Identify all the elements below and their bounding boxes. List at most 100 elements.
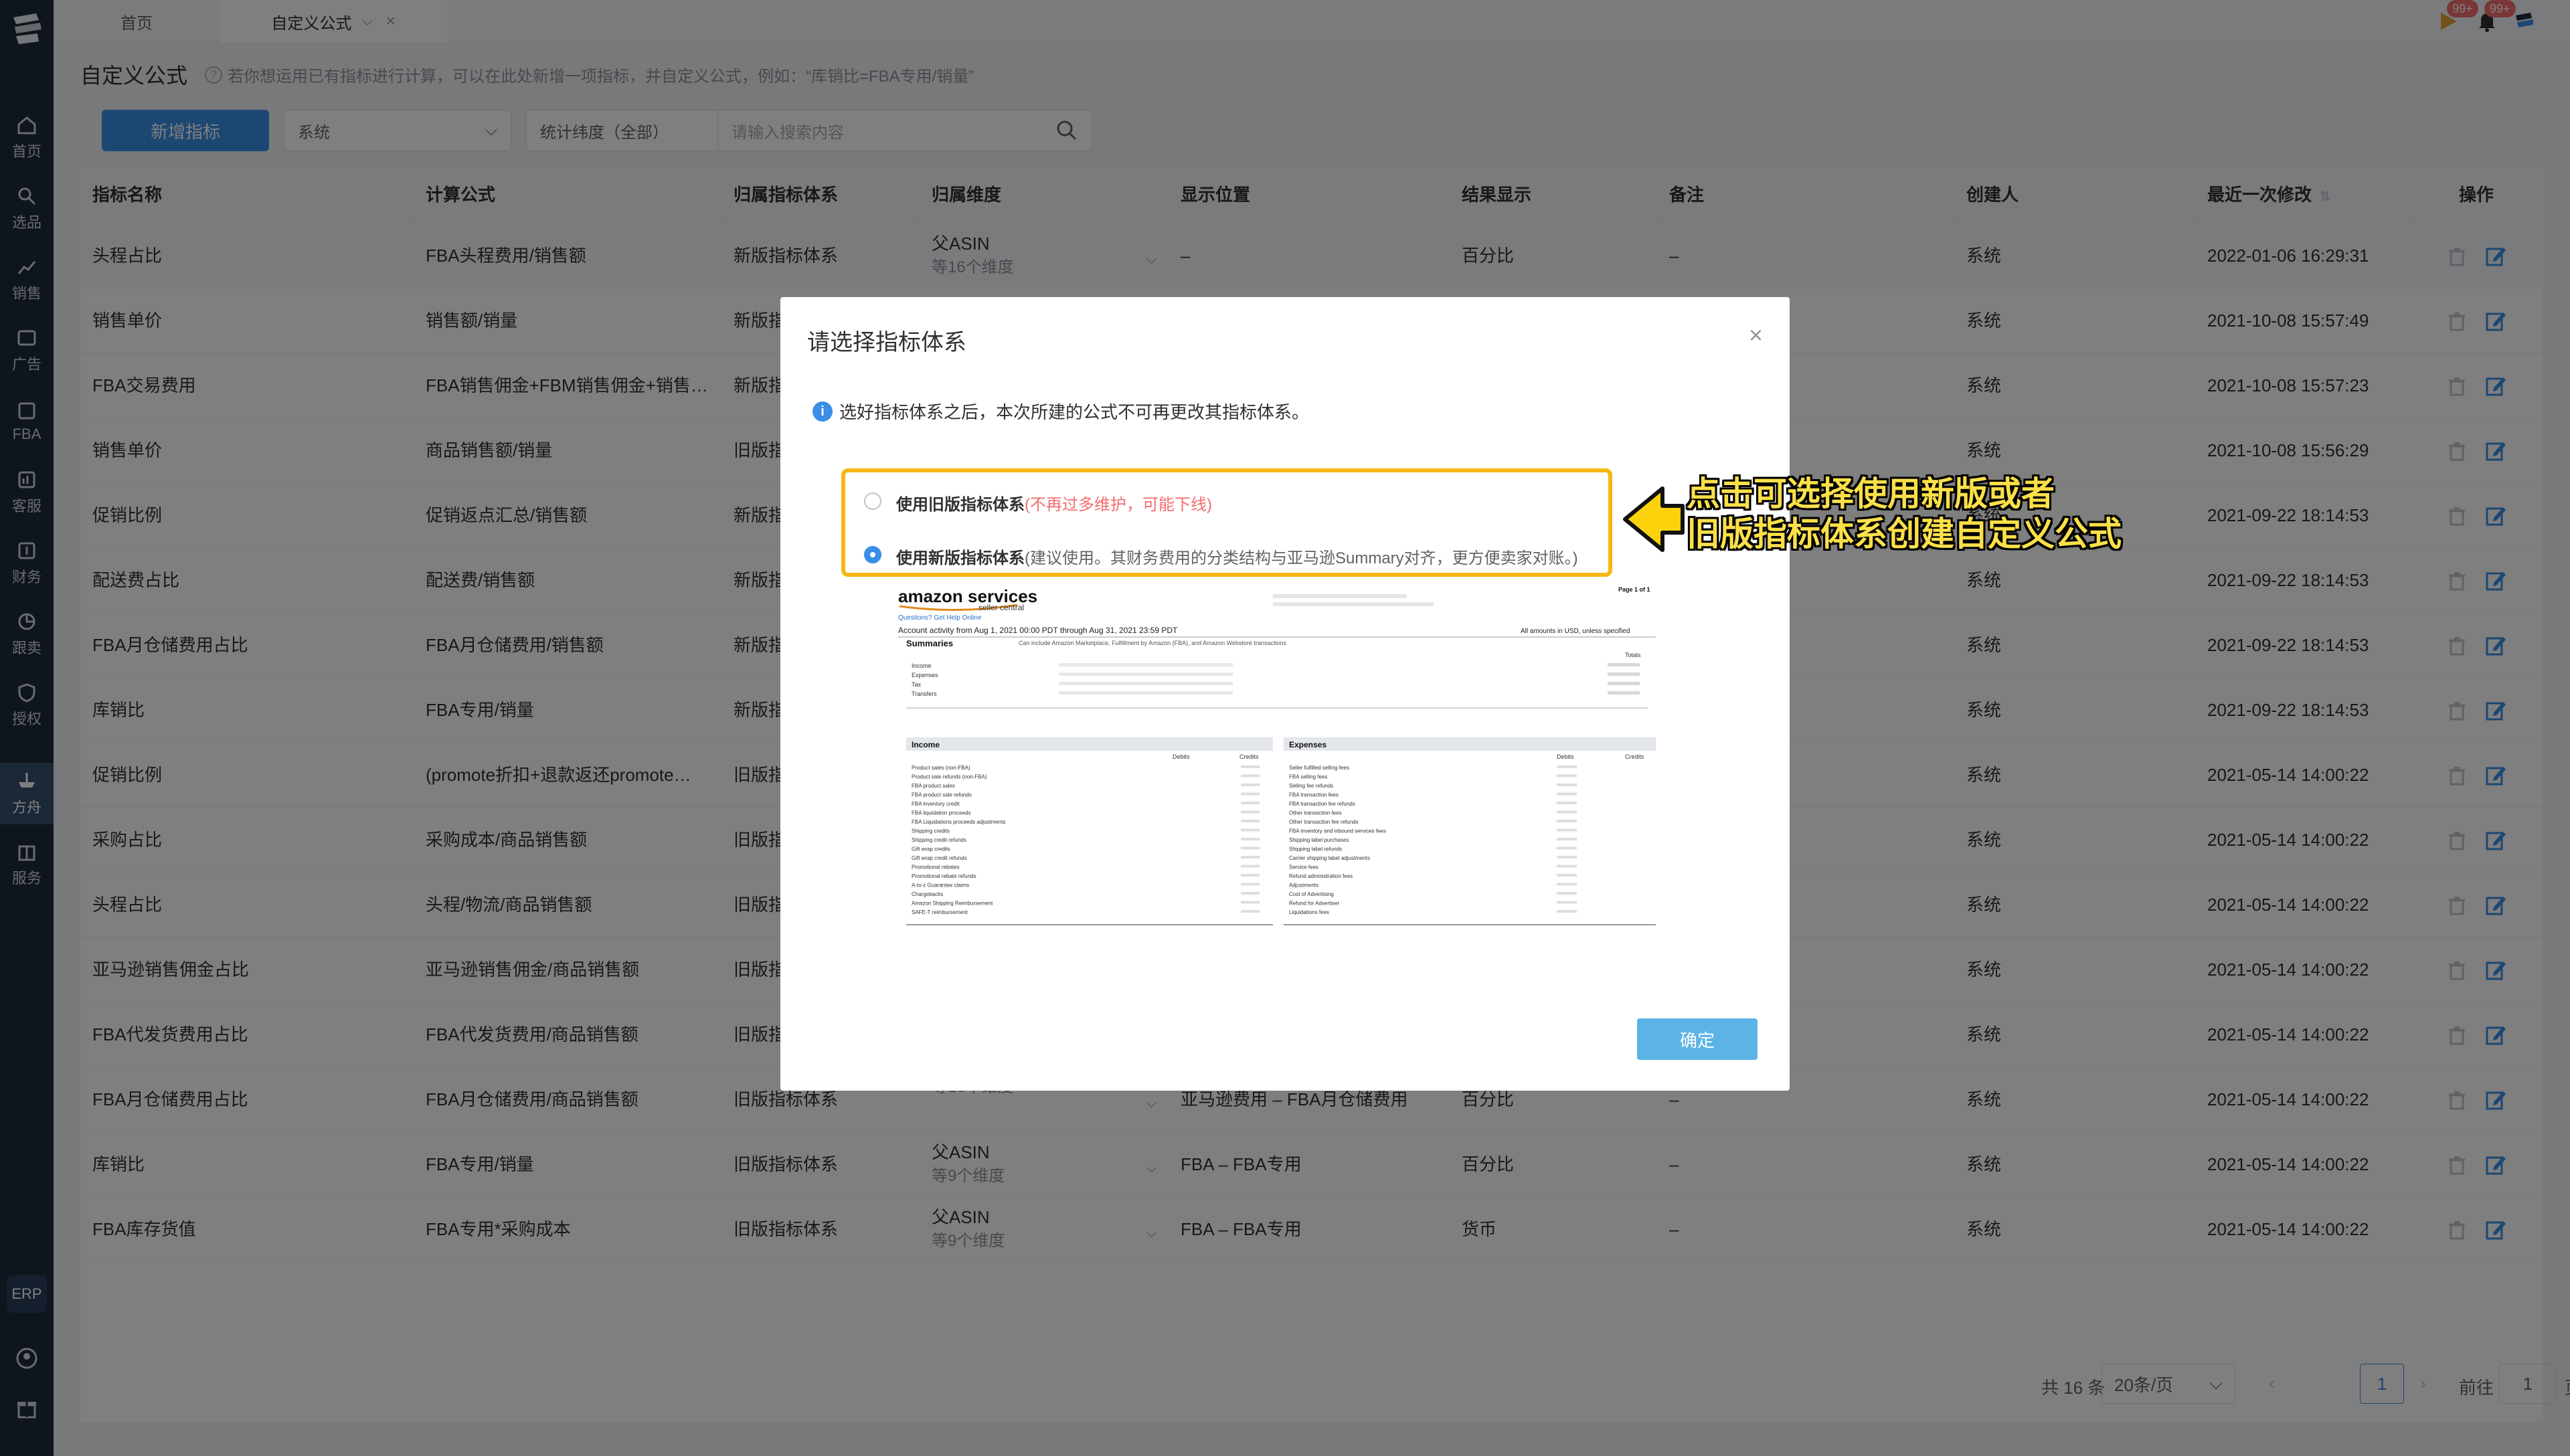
- preview-expense-amount: [1557, 892, 1577, 895]
- preview-summary-bar: [1059, 672, 1233, 676]
- preview-summary-row: Income: [912, 662, 932, 669]
- preview-income-row: FBA liquidation proceeds: [912, 810, 971, 816]
- close-icon[interactable]: ×: [1749, 321, 1763, 349]
- preview-summary-row: Tax: [912, 681, 922, 688]
- preview-income-credits: Credits: [1239, 753, 1259, 760]
- annotation-line-1: 点击可选择使用新版或者: [1687, 475, 2055, 513]
- preview-expense-row: FBA selling fees: [1289, 774, 1327, 780]
- preview-income-row: FBA inventory credit: [912, 801, 960, 807]
- preview-income-row: FBA Liquidations proceeds adjustments: [912, 819, 1006, 825]
- info-icon: i: [812, 401, 833, 422]
- preview-summary-bar: [1059, 691, 1233, 695]
- preview-brand-sub: seller central: [978, 603, 1024, 612]
- preview-income-rows: Product sales (non-FBA) Product sale refu…: [912, 765, 1260, 915]
- amazon-summary-preview: amazon services seller central Questions…: [898, 585, 1656, 933]
- preview-income-amount: [1241, 820, 1260, 822]
- annotation-line-2: 旧版指标体系创建自定义公式: [1687, 515, 2122, 553]
- preview-page-no: Page 1 of 1: [1618, 586, 1650, 593]
- preview-expense-credits: Credits: [1625, 753, 1644, 760]
- preview-expense-amount: [1557, 910, 1577, 913]
- preview-expense-row: Cost of Advertising: [1289, 891, 1334, 897]
- preview-expense-row: Other transaction fees: [1289, 810, 1342, 816]
- preview-expense-row: FBA transaction fees: [1289, 792, 1339, 798]
- preview-summaries: Summaries: [906, 638, 953, 648]
- preview-expense-amount: [1557, 864, 1577, 868]
- preview-expense-row: Selling fee refunds: [1289, 783, 1333, 789]
- preview-income-row: Product sales (non-FBA): [912, 765, 970, 771]
- preview-income-amount: [1241, 792, 1260, 796]
- preview-income-row: Promotional rebate refunds: [912, 873, 976, 879]
- option-new-system[interactable]: 使用新版指标体系(建议使用。其财务费用的分类结构与亚马逊Summary对齐，更方…: [896, 545, 1578, 568]
- preview-expense-amount: [1557, 792, 1577, 796]
- preview-summary-bar: [1059, 682, 1233, 685]
- preview-expense-debits: Debits: [1557, 753, 1574, 760]
- preview-expense-amount: [1557, 810, 1577, 814]
- preview-expense-amount: [1557, 774, 1577, 778]
- option-old-system[interactable]: 使用旧版指标体系(不再过多维护，可能下线): [896, 491, 1212, 515]
- preview-income-row: A-to-z Guarantee claims: [912, 883, 969, 889]
- preview-expense-amount: [1557, 828, 1577, 832]
- preview-expense-amount: [1557, 820, 1577, 822]
- option-new-label: 使用新版指标体系: [896, 549, 1025, 567]
- preview-income-amount: [1241, 864, 1260, 868]
- preview-expense-row: Refund administration fees: [1289, 873, 1353, 879]
- preview-expense-amount: [1557, 846, 1577, 850]
- preview-income-row: Shipping credits: [912, 828, 950, 834]
- preview-income-amount: [1241, 892, 1260, 895]
- dialog-info-text: 选好指标体系之后，本次所建的公式不可再更改其指标体系。: [839, 402, 1310, 422]
- preview-summary-amount: [1608, 672, 1640, 676]
- preview-income-row: FBA product sales: [912, 783, 955, 789]
- radio-new-system[interactable]: [864, 546, 881, 563]
- preview-income-row: Promotional rebates: [912, 864, 960, 871]
- confirm-button[interactable]: 确定: [1637, 1018, 1758, 1060]
- preview-expense-row: Liquidations fees: [1289, 909, 1329, 915]
- preview-income-row: Shipping credit refunds: [912, 837, 966, 843]
- preview-expense-amount: [1557, 784, 1577, 786]
- preview-help-link: Questions? Get Help Online: [898, 614, 982, 622]
- preview-expense-row: Shipping label purchases: [1289, 837, 1349, 843]
- preview-expense-row: Adjustments: [1289, 883, 1318, 889]
- preview-summaries-note: Can include Amazon Marketplace, Fulfillm…: [1019, 640, 1287, 646]
- preview-expense-amount: [1557, 856, 1577, 858]
- preview-income-amount: [1241, 784, 1260, 786]
- preview-income-amount: [1241, 883, 1260, 886]
- preview-income-amount: [1241, 765, 1260, 768]
- preview-income-amount: [1241, 802, 1260, 804]
- dialog-title: 请选择指标体系: [807, 330, 966, 355]
- preview-expense-amount: [1557, 874, 1577, 877]
- preview-account-line: Account activity from Aug 1, 2021 00:00 …: [898, 626, 1178, 635]
- preview-income-amount: [1241, 901, 1260, 904]
- preview-expense-row: Carrier shipping label adjustments: [1289, 855, 1370, 861]
- dialog-info: i 选好指标体系之后，本次所建的公式不可再更改其指标体系。: [812, 399, 1309, 424]
- preview-income-title: Income: [912, 740, 940, 749]
- preview-income-row: SAFE-T reimbursement: [912, 909, 968, 915]
- preview-expense-row: Refund for Advertiser: [1289, 901, 1339, 907]
- preview-income-row: Product sale refunds (non-FBA): [912, 774, 987, 780]
- select-metric-system-dialog: 请选择指标体系 × i 选好指标体系之后，本次所建的公式不可再更改其指标体系。 …: [780, 297, 1790, 1091]
- preview-income-row: Amazon Shipping Reimbursement: [912, 901, 993, 907]
- preview-expense-amount: [1557, 838, 1577, 840]
- preview-income-amount: [1241, 838, 1260, 840]
- preview-expense-rows: Seller fulfilled selling fees FBA selling…: [1289, 765, 1577, 915]
- preview-income-amount: [1241, 856, 1260, 858]
- preview-summary-amount: [1608, 682, 1640, 685]
- preview-summary-bar: [1059, 663, 1233, 666]
- preview-expense-amount: [1557, 901, 1577, 904]
- preview-totals: Totals: [1625, 652, 1641, 658]
- preview-summary-row: Expenses: [912, 672, 938, 678]
- preview-income-row: Gift wrap credit refunds: [912, 855, 967, 861]
- preview-income-row: Gift wrap credits: [912, 846, 950, 852]
- preview-summary-row: Transfers: [912, 691, 937, 697]
- preview-income-row: FBA product sale refunds: [912, 792, 972, 798]
- preview-income-row: Chargebacks: [912, 891, 943, 897]
- preview-expense-row: Seller fulfilled selling fees: [1289, 765, 1349, 771]
- preview-expense-amount: [1557, 883, 1577, 886]
- preview-income-amount: [1241, 810, 1260, 814]
- annotation-callout: 点击可选择使用新版或者 旧版指标体系创建自定义公式: [1687, 474, 2122, 554]
- preview-expenses-title: Expenses: [1289, 740, 1326, 749]
- preview-expense-amount: [1557, 765, 1577, 768]
- preview-expense-row: Shipping label refunds: [1289, 846, 1342, 852]
- preview-income-amount: [1241, 874, 1260, 877]
- radio-old-system[interactable]: [864, 492, 881, 510]
- option-old-label: 使用旧版指标体系: [896, 496, 1025, 514]
